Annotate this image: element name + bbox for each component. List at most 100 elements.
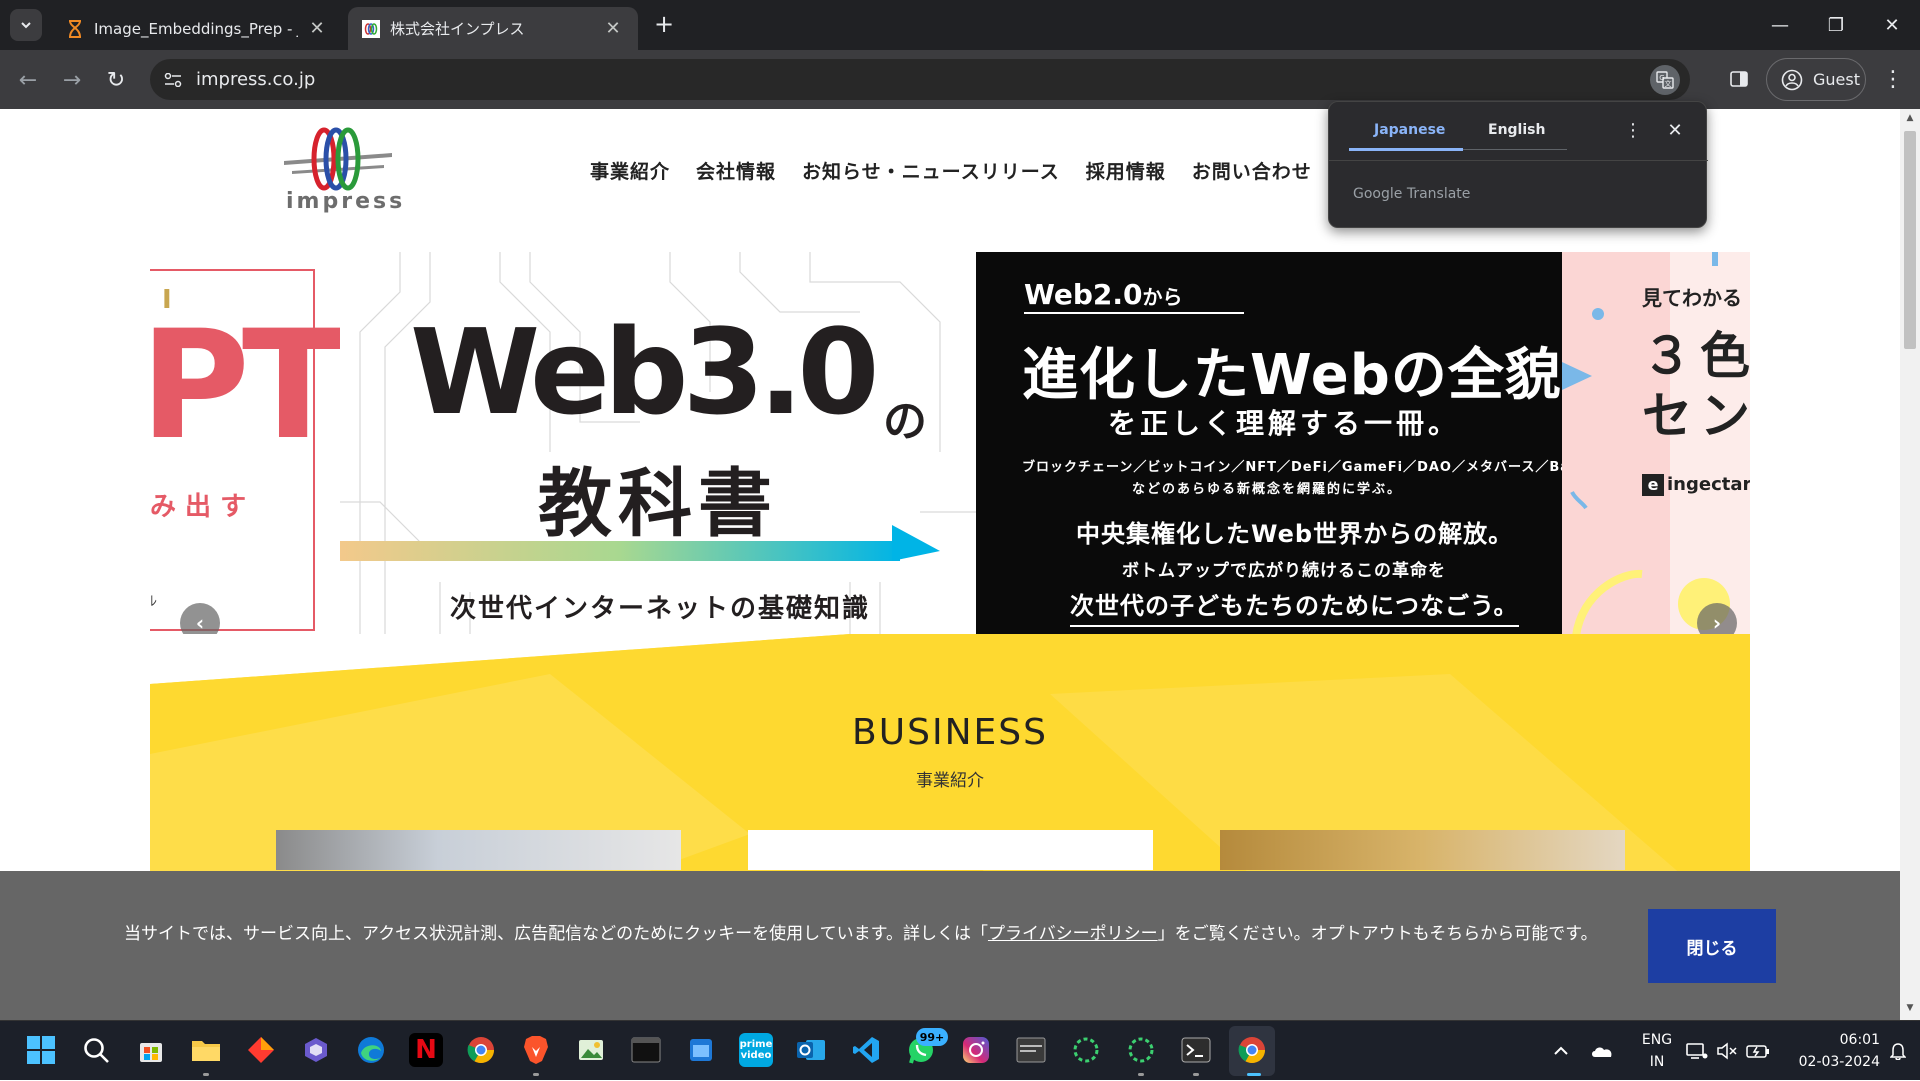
tray-overflow-icon[interactable] (1553, 1021, 1569, 1081)
active-indicator (1247, 1073, 1261, 1076)
close-tab-icon[interactable]: ✕ (602, 18, 624, 40)
back-arrow-icon[interactable]: ← (12, 64, 44, 96)
windows-taskbar: N prime video 99+ ENG IN 06:01 02-03-202… (0, 1020, 1920, 1080)
forward-arrow-icon[interactable]: → (56, 64, 88, 96)
impress-logo[interactable]: impress (284, 127, 404, 217)
spinner-app-icon[interactable] (1069, 1033, 1103, 1067)
slide-text: e ingectar (1642, 474, 1750, 496)
running-indicator (203, 1073, 209, 1076)
carousel-slide-web2[interactable]: Web2.0から 進化したWebの全貌 を正しく理解する一冊。 ブロックチェーン… (976, 252, 1589, 674)
file-explorer-icon[interactable] (189, 1033, 223, 1067)
reload-icon[interactable]: ↻ (100, 64, 132, 96)
logo-text: impress (286, 189, 406, 214)
site-info-icon[interactable] (160, 67, 186, 93)
terminal-icon[interactable] (1179, 1033, 1213, 1067)
brave-icon[interactable] (519, 1033, 553, 1067)
nav-careers[interactable]: 採用情報 (1086, 157, 1166, 184)
nav-company[interactable]: 会社情報 (696, 157, 776, 184)
profile-label: Guest (1813, 70, 1860, 89)
translate-options-icon[interactable]: ⋮ (1619, 116, 1647, 144)
photos-icon[interactable] (574, 1033, 608, 1067)
scrollbar-thumb[interactable] (1904, 131, 1916, 349)
translate-tab-english[interactable]: English (1488, 122, 1545, 138)
running-indicator (1138, 1073, 1144, 1076)
nav-contact[interactable]: お問い合わせ (1192, 157, 1312, 184)
browser-menu-icon[interactable]: ⋮ (1878, 64, 1908, 94)
app-window-icon[interactable] (1014, 1033, 1048, 1067)
cookie-close-button[interactable]: 閉じる (1648, 909, 1776, 983)
battery-icon[interactable] (1746, 1021, 1770, 1081)
scroll-up-icon[interactable]: ▲ (1904, 113, 1916, 127)
privacy-policy-link[interactable]: プライバシーポリシー (988, 924, 1158, 944)
slide-title: Web3.0 (410, 303, 879, 441)
close-tab-icon[interactable]: ✕ (306, 18, 328, 40)
slide-text: み 出 す (150, 492, 247, 522)
translate-icon[interactable]: 文G (1650, 65, 1680, 95)
tab-jupyter[interactable]: Image_Embeddings_Prep - Jupy ✕ (52, 7, 342, 50)
slide-text: セン (1642, 387, 1750, 445)
divider (1329, 160, 1708, 161)
windows-start-icon[interactable] (24, 1033, 58, 1067)
profile-icon (1781, 69, 1803, 90)
underline-divider (1024, 312, 1244, 314)
hero-carousel: I PT み 出 す ﾚ Web3.0 の 教科書 次世代インターネットの基礎知… (150, 252, 1750, 674)
prime-video-icon[interactable]: prime video (739, 1033, 773, 1067)
chrome-icon[interactable] (464, 1033, 498, 1067)
carousel-slide-web3[interactable]: Web3.0 の 教科書 次世代インターネットの基礎知識 (340, 252, 977, 674)
netflix-icon[interactable]: N (409, 1033, 443, 1067)
business-card-image[interactable] (276, 830, 681, 870)
ingectar-logo-icon: e (1642, 474, 1664, 496)
vscode-icon[interactable] (849, 1033, 883, 1067)
slide-text: ボトムアップで広がり続けるこの革命を (1122, 561, 1446, 581)
impress-logo-icon (284, 127, 392, 191)
app-blue-window-icon[interactable] (684, 1033, 718, 1067)
network-icon[interactable] (1686, 1021, 1708, 1081)
page-scrollbar[interactable]: ▲ ▼ (1900, 109, 1920, 1020)
store-icon[interactable] (134, 1033, 168, 1067)
copilot-icon[interactable] (299, 1033, 333, 1067)
tab-strip: Image_Embeddings_Prep - Jupy ✕ 株式会社インプレス… (0, 0, 1920, 50)
new-tab-button[interactable]: + (650, 10, 678, 38)
notification-bell-icon[interactable] (1890, 1021, 1906, 1081)
running-indicator (533, 1073, 539, 1076)
nav-news[interactable]: お知らせ・ニュースリリース (802, 157, 1060, 184)
language-indicator[interactable]: ENG IN (1635, 1029, 1679, 1073)
translate-tab-japanese[interactable]: Japanese (1374, 122, 1445, 138)
translate-close-icon[interactable]: ✕ (1661, 116, 1689, 144)
tab-impress[interactable]: 株式会社インプレス ✕ (348, 7, 638, 50)
hourglass-icon (66, 19, 84, 38)
search-icon[interactable] (79, 1033, 113, 1067)
volume-muted-icon[interactable] (1716, 1021, 1738, 1081)
outlook-icon[interactable] (794, 1033, 828, 1067)
carousel-slide-prev[interactable]: I PT み 出 す ﾚ (150, 269, 344, 631)
translate-brand: Google Translate (1353, 186, 1471, 202)
business-card-image[interactable] (748, 830, 1153, 870)
business-card-image[interactable] (1220, 830, 1625, 870)
side-panel-icon[interactable] (1724, 64, 1754, 94)
clock[interactable]: 06:01 02-03-2024 (1780, 1029, 1880, 1073)
edge-icon[interactable] (354, 1033, 388, 1067)
tab-divider (1463, 149, 1567, 150)
restore-icon[interactable]: ❐ (1808, 0, 1864, 50)
spinner-app-icon[interactable] (1124, 1033, 1158, 1067)
svg-text:文: 文 (1665, 79, 1672, 88)
address-bar[interactable]: impress.co.jp 文G (150, 59, 1690, 100)
profile-button[interactable]: Guest (1766, 58, 1866, 101)
app-diamond-icon[interactable] (244, 1033, 278, 1067)
nav-business[interactable]: 事業紹介 (590, 157, 670, 184)
close-window-icon[interactable]: ✕ (1864, 0, 1920, 50)
minimize-icon[interactable]: — (1752, 0, 1808, 50)
slide-text: 見てわかる (1642, 286, 1742, 310)
onedrive-icon[interactable] (1590, 1021, 1614, 1081)
scroll-down-icon[interactable]: ▼ (1904, 1003, 1916, 1017)
instagram-icon[interactable] (959, 1033, 993, 1067)
slide-text: を正しく理解する一冊。 (1108, 407, 1461, 440)
tab-search-button[interactable] (10, 9, 42, 41)
business-heading: BUSINESS (852, 712, 1048, 753)
chrome-icon[interactable] (1235, 1033, 1269, 1067)
terminal-window-icon[interactable] (629, 1033, 663, 1067)
slide-text: 次世代の子どもたちのためにつなごう。 (1070, 586, 1519, 627)
slide-text: ﾚ (150, 594, 157, 610)
main-nav: 事業紹介 会社情報 お知らせ・ニュースリリース 採用情報 お問い合わせ (590, 157, 1338, 184)
translate-popup: Japanese English ⋮ ✕ Google Translate (1328, 101, 1708, 228)
